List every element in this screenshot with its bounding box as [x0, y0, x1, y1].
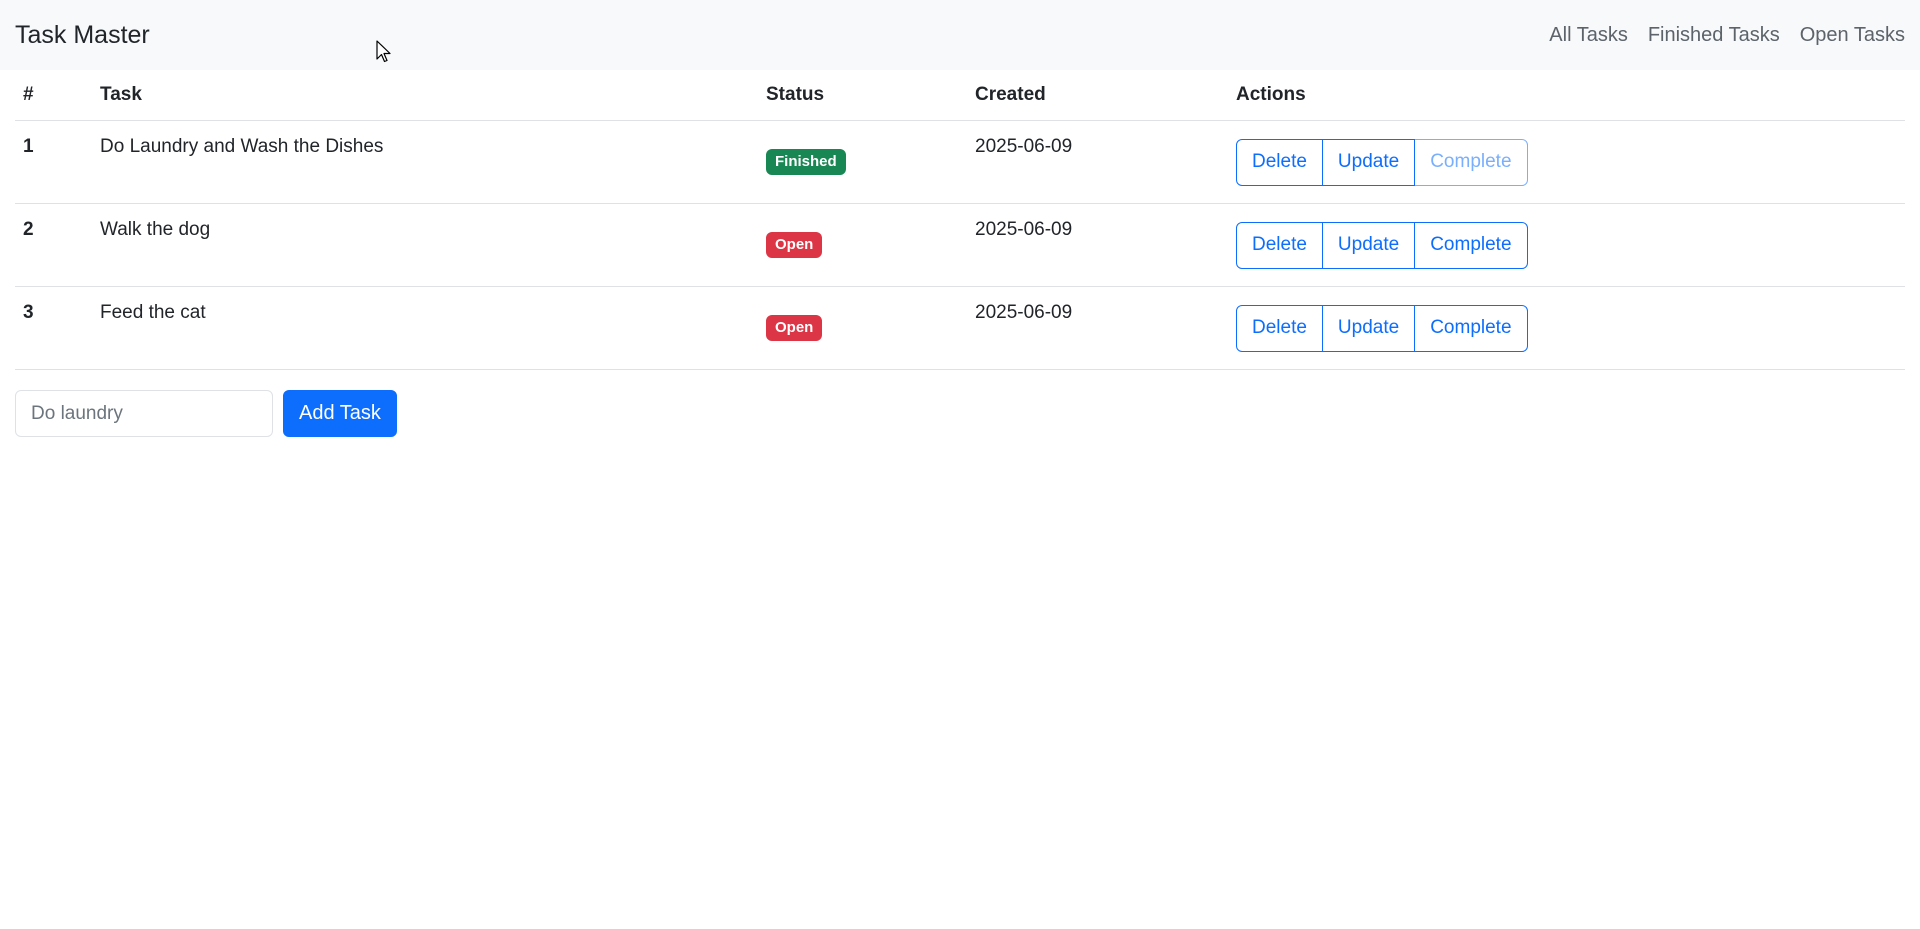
main-content: # Task Status Created Actions 1 Do Laund…	[0, 70, 1920, 437]
table-row: 1 Do Laundry and Wash the Dishes Finishe…	[15, 120, 1905, 204]
navbar: Task Master All Tasks Finished Tasks Ope…	[0, 0, 1920, 70]
table-header-row: # Task Status Created Actions	[15, 70, 1905, 121]
action-button-group: Delete Update Complete	[1236, 221, 1528, 269]
complete-button: Complete	[1414, 138, 1528, 186]
complete-button[interactable]: Complete	[1414, 304, 1528, 352]
nav-link-open-tasks[interactable]: Open Tasks	[1800, 24, 1905, 47]
task-name: Feed the cat	[92, 286, 758, 370]
task-number: 2	[15, 203, 92, 287]
delete-button[interactable]: Delete	[1236, 221, 1323, 269]
brand-title[interactable]: Task Master	[15, 21, 150, 50]
table-row: 2 Walk the dog Open 2025-06-09 Delete Up…	[15, 203, 1905, 287]
update-button[interactable]: Update	[1321, 138, 1416, 186]
add-task-button[interactable]: Add Task	[283, 390, 397, 437]
nav-link-finished-tasks[interactable]: Finished Tasks	[1648, 24, 1780, 47]
add-task-form: Add Task	[15, 390, 1905, 437]
header-status: Status	[758, 70, 967, 121]
delete-button[interactable]: Delete	[1236, 304, 1323, 352]
header-number: #	[15, 70, 92, 121]
tasks-table: # Task Status Created Actions 1 Do Laund…	[15, 70, 1905, 370]
task-number: 3	[15, 286, 92, 370]
task-created-date: 2025-06-09	[967, 203, 1228, 287]
status-badge: Open	[766, 232, 823, 258]
task-name: Do Laundry and Wash the Dishes	[92, 120, 758, 204]
action-button-group: Delete Update Complete	[1236, 304, 1528, 352]
header-actions: Actions	[1228, 70, 1905, 121]
task-created-date: 2025-06-09	[967, 120, 1228, 204]
task-created-date: 2025-06-09	[967, 286, 1228, 370]
task-name: Walk the dog	[92, 203, 758, 287]
status-badge: Open	[766, 315, 823, 341]
status-badge: Finished	[766, 149, 846, 175]
task-input[interactable]	[15, 390, 273, 437]
header-created: Created	[967, 70, 1228, 121]
update-button[interactable]: Update	[1321, 304, 1416, 352]
task-number: 1	[15, 120, 92, 204]
table-row: 3 Feed the cat Open 2025-06-09 Delete Up…	[15, 286, 1905, 370]
complete-button[interactable]: Complete	[1414, 221, 1528, 269]
nav-link-all-tasks[interactable]: All Tasks	[1549, 24, 1628, 47]
action-button-group: Delete Update Complete	[1236, 138, 1528, 186]
delete-button[interactable]: Delete	[1236, 138, 1323, 186]
nav-links: All Tasks Finished Tasks Open Tasks	[1549, 24, 1905, 47]
mouse-pointer-icon	[376, 40, 391, 63]
header-task: Task	[92, 70, 758, 121]
update-button[interactable]: Update	[1321, 221, 1416, 269]
